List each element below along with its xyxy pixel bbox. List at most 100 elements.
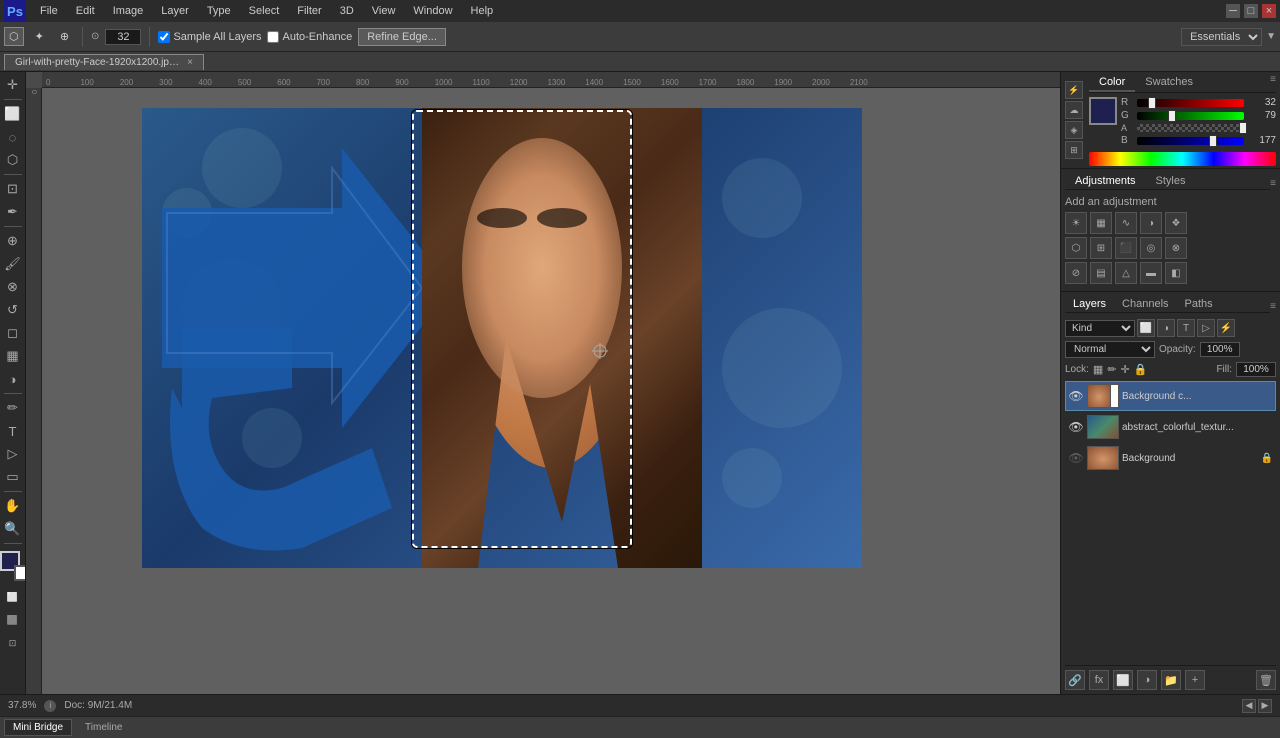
panel-icon-4[interactable]: ⊞ xyxy=(1065,141,1083,159)
menu-3d[interactable]: 3D xyxy=(332,3,362,19)
g-slider-track[interactable] xyxy=(1137,112,1244,120)
layer-vis-1[interactable]: 👁 xyxy=(1068,388,1084,404)
panel-icon-2[interactable]: ☁ xyxy=(1065,101,1083,119)
shape-tool[interactable]: ▭ xyxy=(2,466,24,488)
menu-edit[interactable]: Edit xyxy=(68,3,103,19)
pen-tool[interactable]: ✏ xyxy=(2,397,24,419)
layer-vis-2[interactable]: 👁 xyxy=(1068,419,1084,435)
layers-tab[interactable]: Layers xyxy=(1065,296,1114,312)
paths-tab[interactable]: Paths xyxy=(1177,296,1221,312)
layer-item-texture[interactable]: 👁 abstract_colorful_textur... xyxy=(1065,412,1276,442)
workspace-select[interactable]: Essentials xyxy=(1181,28,1262,46)
bw-adj-icon[interactable]: ⬛ xyxy=(1115,237,1137,259)
document-tab[interactable]: Girl-with-pretty-Face-1920x1200.jpg @ 37… xyxy=(4,54,204,70)
timeline-play-btn[interactable]: ▶ xyxy=(1258,699,1272,713)
lock-all-icon[interactable]: 🔒 xyxy=(1134,363,1148,376)
canvas-inner[interactable] xyxy=(42,88,1060,694)
zoom-tool[interactable]: 🔍 xyxy=(2,518,24,540)
swatches-tab[interactable]: Swatches xyxy=(1135,74,1203,92)
tab-close-button[interactable]: × xyxy=(187,57,193,68)
curves-adj-icon[interactable]: ∿ xyxy=(1115,212,1137,234)
color-spectrum[interactable] xyxy=(1089,152,1276,166)
exposure-adj-icon[interactable]: ◑ xyxy=(1140,212,1162,234)
rect-select-tool[interactable]: ⬜ xyxy=(2,103,24,125)
main-color-swatch[interactable] xyxy=(1089,97,1117,125)
lasso-tool[interactable]: ◌ xyxy=(2,126,24,148)
mini-bridge-tab[interactable]: Mini Bridge xyxy=(4,719,72,736)
filter-shape-icon[interactable]: ▷ xyxy=(1197,319,1215,337)
filter-smart-icon[interactable]: ⚡ xyxy=(1217,319,1235,337)
menu-view[interactable]: View xyxy=(364,3,404,19)
eyedropper-tool[interactable]: ✒ xyxy=(2,201,24,223)
layer-filter-select[interactable]: Kind xyxy=(1065,320,1135,337)
new-adj-layer-btn[interactable]: ◑ xyxy=(1137,670,1157,690)
menu-select[interactable]: Select xyxy=(241,3,288,19)
screen-mode-button[interactable]: ⊡ xyxy=(2,632,24,654)
adjustments-tab[interactable]: Adjustments xyxy=(1065,173,1146,189)
canvas-area[interactable]: 0 100 200 300 400 500 600 700 800 900 10… xyxy=(26,72,1060,694)
blend-mode-select[interactable]: Normal xyxy=(1065,341,1155,358)
adj-panel-options[interactable]: ≡ xyxy=(1270,178,1276,189)
r-slider-thumb[interactable] xyxy=(1148,97,1156,109)
color-tab[interactable]: Color xyxy=(1089,74,1135,92)
b-slider-track[interactable] xyxy=(1137,137,1244,145)
eraser-tool[interactable]: ◻ xyxy=(2,322,24,344)
magic-wand-option[interactable]: ✦ xyxy=(30,27,49,46)
fill-input[interactable]: 100% xyxy=(1236,362,1276,377)
gradient-tool[interactable]: ▦ xyxy=(2,345,24,367)
brightness-adj-icon[interactable]: ☀ xyxy=(1065,212,1087,234)
gradient-map-adj-icon[interactable]: ▬ xyxy=(1140,262,1162,284)
color-panel-options[interactable]: ≡ xyxy=(1270,74,1276,92)
lock-image-icon[interactable]: ✏ xyxy=(1107,363,1116,376)
threshold-adj-icon[interactable]: △ xyxy=(1115,262,1137,284)
timeline-back-btn[interactable]: ◀ xyxy=(1242,699,1256,713)
sample-all-layers-checkbox[interactable] xyxy=(158,31,170,43)
menu-file[interactable]: File xyxy=(32,3,66,19)
alpha-slider-track[interactable] xyxy=(1137,124,1244,132)
layer-item-bg-copy[interactable]: 👁 Background c... xyxy=(1065,381,1276,411)
select-option2[interactable]: ⊕ xyxy=(55,27,74,46)
sample-all-layers-label[interactable]: Sample All Layers xyxy=(158,31,261,43)
crop-tool[interactable]: ⊡ xyxy=(2,178,24,200)
styles-tab[interactable]: Styles xyxy=(1146,173,1196,189)
path-select-tool[interactable]: ▷ xyxy=(2,443,24,465)
r-slider-track[interactable] xyxy=(1137,99,1244,107)
menu-window[interactable]: Window xyxy=(405,3,460,19)
filter-text-icon[interactable]: T xyxy=(1177,319,1195,337)
history-brush-tool[interactable]: ↺ xyxy=(2,299,24,321)
filter-pixel-icon[interactable]: ⬜ xyxy=(1137,319,1155,337)
alpha-slider-thumb[interactable] xyxy=(1239,122,1247,134)
layers-panel-options[interactable]: ≡ xyxy=(1270,301,1276,312)
layer-vis-3[interactable]: 👁 xyxy=(1068,450,1084,466)
quick-select-tool-left[interactable]: ⬡ xyxy=(2,149,24,171)
quick-mask-button[interactable]: ⬜ xyxy=(2,609,24,631)
move-tool[interactable]: ✛ xyxy=(2,74,24,96)
brush-size-input[interactable]: 32 xyxy=(105,29,141,45)
selective-color-adj-icon[interactable]: ◧ xyxy=(1165,262,1187,284)
hand-tool[interactable]: ✋ xyxy=(2,495,24,517)
vibrance-adj-icon[interactable]: ❖ xyxy=(1165,212,1187,234)
panel-icon-3[interactable]: ◈ xyxy=(1065,121,1083,139)
g-slider-thumb[interactable] xyxy=(1168,110,1176,122)
quick-select-tool[interactable]: ⬡ xyxy=(4,27,24,46)
layer-item-bg[interactable]: 👁 Background 🔒 xyxy=(1065,443,1276,473)
lock-transparent-icon[interactable]: ▦ xyxy=(1093,363,1103,376)
lock-position-icon[interactable]: ✛ xyxy=(1121,363,1130,376)
refine-edge-button[interactable]: Refine Edge... xyxy=(358,28,446,46)
new-layer-btn[interactable]: + xyxy=(1185,670,1205,690)
menu-type[interactable]: Type xyxy=(199,3,239,19)
channel-mixer-adj-icon[interactable]: ⊗ xyxy=(1165,237,1187,259)
text-tool[interactable]: T xyxy=(2,420,24,442)
spot-heal-tool[interactable]: ⊕ xyxy=(2,230,24,252)
b-slider-thumb[interactable] xyxy=(1209,135,1217,147)
filter-adj-icon[interactable]: ◑ xyxy=(1157,319,1175,337)
invert-adj-icon[interactable]: ⊘ xyxy=(1065,262,1087,284)
menu-filter[interactable]: Filter xyxy=(289,3,329,19)
close-button[interactable]: × xyxy=(1262,4,1276,18)
menu-image[interactable]: Image xyxy=(105,3,152,19)
timeline-tab[interactable]: Timeline xyxy=(76,719,131,736)
auto-enhance-label[interactable]: Auto-Enhance xyxy=(267,31,352,43)
opacity-input[interactable]: 100% xyxy=(1200,342,1240,357)
menu-layer[interactable]: Layer xyxy=(153,3,197,19)
link-layers-btn[interactable]: 🔗 xyxy=(1065,670,1085,690)
